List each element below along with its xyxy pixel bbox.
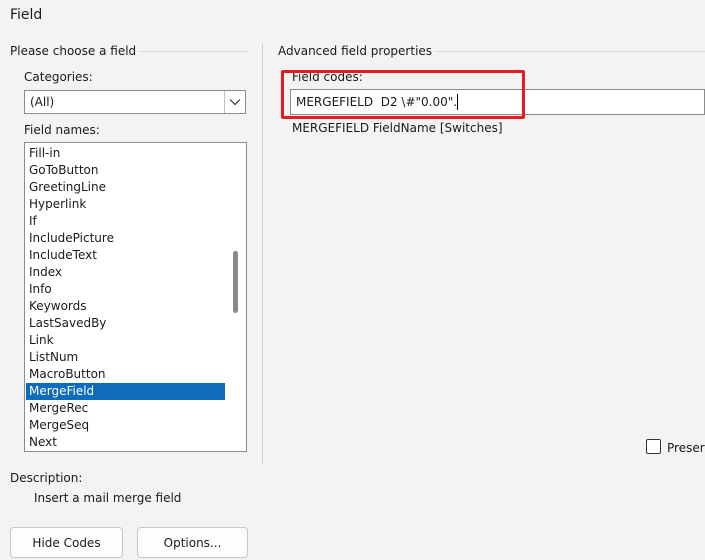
categories-value: (All): [30, 95, 55, 109]
field-name-item[interactable]: GoToButton: [26, 162, 225, 179]
window-title: Field: [10, 7, 43, 23]
options-button[interactable]: Options...: [137, 527, 248, 558]
field-name-item[interactable]: Link: [26, 332, 225, 349]
title-bar: Field: [0, 0, 705, 32]
advanced-properties-divider: [436, 51, 705, 52]
field-name-item[interactable]: Info: [26, 281, 225, 298]
highlight-box: [281, 70, 525, 119]
categories-label: Categories:: [24, 70, 93, 84]
field-name-item[interactable]: MergeSeq: [26, 417, 225, 434]
chevron-down-icon[interactable]: [224, 91, 245, 113]
field-name-item[interactable]: ListNum: [26, 349, 225, 366]
description-text: Insert a mail merge field: [34, 491, 182, 505]
preserve-formatting-checkbox[interactable]: [646, 439, 661, 454]
choose-field-heading: Please choose a field: [10, 44, 137, 58]
options-label: Options...: [163, 535, 222, 550]
field-names-label: Field names:: [24, 123, 100, 137]
field-name-item[interactable]: MergeField: [26, 383, 225, 400]
field-name-item[interactable]: If: [26, 213, 225, 230]
field-name-item[interactable]: Fill-in: [26, 145, 225, 162]
hide-codes-button[interactable]: Hide Codes: [10, 527, 123, 558]
field-name-item[interactable]: Next: [26, 434, 225, 451]
hide-codes-label: Hide Codes: [32, 535, 101, 550]
field-name-item[interactable]: GreetingLine: [26, 179, 225, 196]
field-name-item[interactable]: MacroButton: [26, 366, 225, 383]
field-name-item[interactable]: Keywords: [26, 298, 225, 315]
field-name-item[interactable]: MergeRec: [26, 400, 225, 417]
field-name-item[interactable]: IncludeText: [26, 247, 225, 264]
field-name-item[interactable]: IncludePicture: [26, 230, 225, 247]
choose-field-divider: [140, 51, 248, 52]
preserve-formatting-label: Preser: [667, 441, 705, 455]
syntax-hint: MERGEFIELD FieldName [Switches]: [292, 121, 503, 135]
description-label: Description:: [10, 471, 83, 485]
categories-dropdown[interactable]: (All): [24, 90, 246, 114]
field-name-item[interactable]: Hyperlink: [26, 196, 225, 213]
field-name-item[interactable]: Index: [26, 264, 225, 281]
advanced-properties-heading: Advanced field properties: [278, 44, 433, 58]
field-names-list[interactable]: Fill-in GoToButton GreetingLine Hyperlink If…: [24, 142, 247, 452]
field-name-item[interactable]: LastSavedBy: [26, 315, 225, 332]
list-scrollbar-thumb[interactable]: [233, 251, 238, 313]
panel-divider: [262, 44, 263, 464]
